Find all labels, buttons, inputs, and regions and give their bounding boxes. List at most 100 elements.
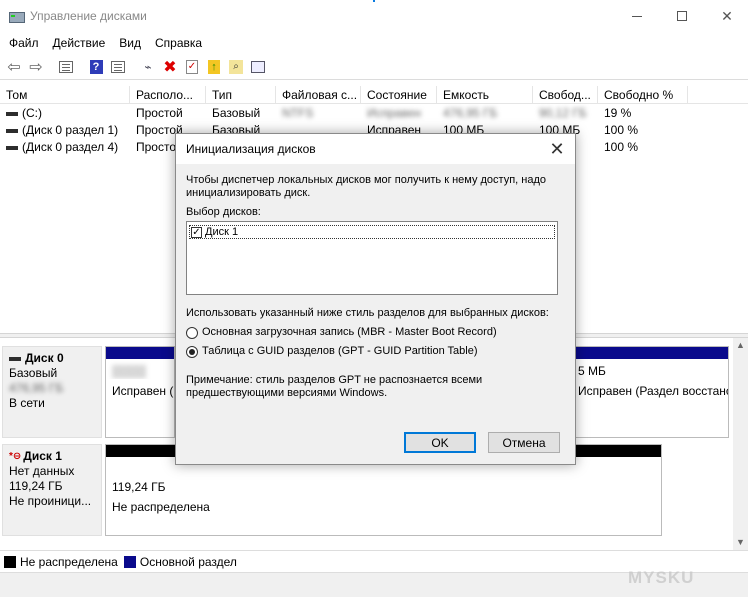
close-icon: ✕ <box>721 7 733 24</box>
volume-free: 90,12 ГБ <box>539 106 587 120</box>
disk-0-partition-right[interactable]: 5 МБ Исправен (Раздел восстанс <box>572 346 729 438</box>
volume-free-percent: 19 % <box>604 106 632 120</box>
menu-help[interactable]: Справка <box>148 36 209 50</box>
disk-checkbox[interactable]: ✓ <box>191 226 202 238</box>
select-disks-label: Выбор дисков: <box>186 206 261 218</box>
unallocated-swatch <box>4 556 16 569</box>
search-icon: ⌕ <box>229 59 243 74</box>
menu-view[interactable]: Вид <box>112 36 148 50</box>
disk-1-label[interactable]: *⊖ Диск 1 Нет данных 119,24 ГБ Не проиниц… <box>2 444 102 536</box>
toolbar-separator <box>78 57 84 77</box>
column-header-filesystem[interactable]: Файловая с... <box>276 86 361 104</box>
details-button[interactable] <box>108 57 128 77</box>
list-icon <box>251 60 265 73</box>
close-window-button[interactable]: ✕ <box>704 0 748 32</box>
volume-name: (Диск 0 раздел 1) <box>22 123 119 137</box>
dialog-title: Инициализация дисков <box>176 134 575 164</box>
legend-primary-label: Основной раздел <box>139 554 237 569</box>
search-button[interactable]: ⌕ <box>226 57 246 77</box>
mbr-option[interactable]: Основная загрузочная запись (MBR - Maste… <box>186 326 565 339</box>
menu-file[interactable]: Файл <box>2 36 46 50</box>
gpt-label: Таблица с GUID разделов (GPT - GUID Part… <box>202 345 478 357</box>
volume-icon <box>6 111 18 116</box>
vertical-scrollbar[interactable]: ▲ ▼ <box>733 338 748 550</box>
scroll-up-icon[interactable]: ▲ <box>733 338 748 353</box>
gpt-note: Примечание: стиль разделов GPT не распоз… <box>186 374 483 399</box>
watermark: MYSKU <box>628 568 695 587</box>
title-marker <box>373 0 375 2</box>
disk-0-partition-left[interactable]: ▒▒▒▒ Исправен ( <box>105 346 175 438</box>
disk-management-icon <box>8 8 25 24</box>
disk-size: 476,95 ГБ <box>9 381 64 395</box>
volume-list-header: Том Располо... Тип Файловая с... Состоян… <box>0 86 748 104</box>
partition-status: Исправен (Раздел восстанс <box>578 384 728 398</box>
column-header-volume[interactable]: Том <box>0 86 130 104</box>
column-header-capacity[interactable]: Емкость <box>437 86 533 104</box>
delete-icon: ✖ <box>163 58 177 76</box>
primary-partition-bar <box>572 347 728 359</box>
partition-status: Не распределена <box>112 500 210 514</box>
disk-selection-list[interactable]: ✓ Диск 1 <box>186 221 558 295</box>
toolbar: ⇦ ⇨ ? ⌁ ✖ ✓ ↑ ⌕ <box>0 54 748 80</box>
maximize-button[interactable] <box>659 0 705 32</box>
volume-type: Базовый <box>212 106 261 120</box>
partition-size: 5 МБ <box>578 364 606 378</box>
volume-icon <box>6 128 18 133</box>
back-button[interactable]: ⇦ <box>4 57 24 77</box>
partition-style-label: Использовать указанный ниже стиль раздел… <box>186 307 549 319</box>
column-header-free[interactable]: Свобод... <box>533 86 598 104</box>
list-button[interactable] <box>248 57 268 77</box>
connect-button[interactable]: ⌁ <box>138 57 158 77</box>
gpt-radio[interactable] <box>186 345 198 358</box>
minimize-button[interactable] <box>614 0 660 32</box>
details-icon <box>111 60 125 73</box>
scroll-down-icon[interactable]: ▼ <box>733 535 748 550</box>
properties-button[interactable] <box>56 57 76 77</box>
check-button[interactable]: ✓ <box>182 57 202 77</box>
column-header-status[interactable]: Состояние <box>361 86 437 104</box>
connect-icon: ⌁ <box>144 59 152 74</box>
disk-name: Диск 0 <box>25 351 64 365</box>
disk-size: 119,24 ГБ <box>9 479 63 493</box>
initialize-disk-dialog: Инициализация дисков ✕ Чтобы диспетчер л… <box>175 133 576 465</box>
volume-name: (Диск 0 раздел 4) <box>22 140 119 154</box>
help-icon: ? <box>89 59 103 74</box>
disk-status: Не проиници... <box>9 494 92 508</box>
volume-free-percent: 100 % <box>604 123 639 137</box>
disk-kind: Базовый <box>9 366 58 380</box>
disk-kind: Нет данных <box>9 464 75 478</box>
partition-status: Исправен ( <box>112 384 174 398</box>
volume-name: (C:) <box>22 106 42 120</box>
mbr-radio[interactable] <box>186 326 198 339</box>
forward-arrow-icon: ⇨ <box>29 58 43 76</box>
disk-item-label: Диск 1 <box>205 225 239 238</box>
column-header-layout[interactable]: Располо... <box>130 86 206 104</box>
maximize-icon <box>677 11 687 21</box>
not-initialized-icon: *⊖ <box>9 451 22 462</box>
disk-status: В сети <box>9 396 45 410</box>
cancel-button[interactable]: Отмена <box>488 432 560 453</box>
disk-name: Диск 1 <box>23 449 62 463</box>
minimize-icon <box>632 15 642 17</box>
toolbar-separator <box>48 57 54 77</box>
list-item[interactable]: ✓ Диск 1 <box>189 225 555 239</box>
ok-button[interactable]: OK <box>404 432 476 453</box>
help-button[interactable]: ? <box>86 57 106 77</box>
disk-0-label[interactable]: Диск 0 Базовый 476,95 ГБ В сети <box>2 346 102 438</box>
up-button[interactable]: ↑ <box>204 57 224 77</box>
forward-button[interactable]: ⇨ <box>26 57 46 77</box>
legend-unallocated-label: Не распределена <box>20 554 118 569</box>
properties-icon <box>59 60 73 73</box>
dialog-close-button[interactable]: ✕ <box>539 134 575 164</box>
volume-layout: Простой <box>136 106 183 120</box>
menu-bar: Файл Действие Вид Справка <box>0 32 748 54</box>
delete-button[interactable]: ✖ <box>160 57 180 77</box>
menu-action[interactable]: Действие <box>46 36 113 50</box>
column-header-free-percent[interactable]: Свободно % <box>598 86 688 104</box>
table-row[interactable]: (C:) Простой Базовый NTFS Исправен 476,9… <box>0 105 748 122</box>
gpt-option[interactable]: Таблица с GUID разделов (GPT - GUID Part… <box>186 345 565 358</box>
close-icon: ✕ <box>549 138 565 159</box>
column-header-type[interactable]: Тип <box>206 86 276 104</box>
toolbar-separator <box>130 57 136 77</box>
up-folder-icon: ↑ <box>208 59 220 74</box>
